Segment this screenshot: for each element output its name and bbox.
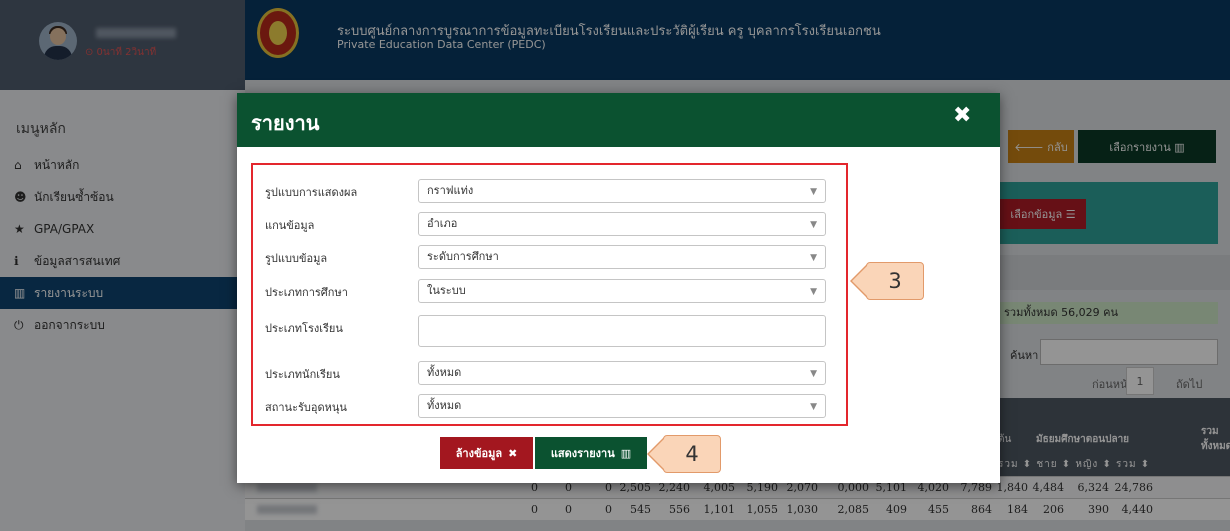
select-value: ในระบบ bbox=[427, 284, 466, 297]
close-icon: ✖ bbox=[508, 446, 518, 460]
chevron-down-icon: ▼ bbox=[810, 187, 817, 197]
chevron-down-icon: ▼ bbox=[810, 402, 817, 412]
field-subsidy-status: สถานะรับอุดหนุน ทั้งหมด ▼ bbox=[265, 394, 845, 418]
field-label: ประเภทโรงเรียน bbox=[265, 322, 343, 335]
field-student-type: ประเภทนักเรียน ทั้งหมด ▼ bbox=[265, 361, 845, 385]
callout-form: 3 bbox=[850, 262, 924, 300]
student-type-select[interactable]: ทั้งหมด ▼ bbox=[418, 361, 826, 385]
clear-button-label: ล้างข้อมูล bbox=[455, 447, 503, 460]
callout-button: 4 bbox=[647, 435, 721, 473]
chevron-down-icon: ▼ bbox=[810, 369, 817, 379]
select-value: ทั้งหมด bbox=[427, 366, 462, 379]
field-data-format: รูปแบบข้อมูล ระดับการศึกษา ▼ bbox=[265, 245, 845, 269]
show-report-button-label: แสดงรายงาน bbox=[550, 447, 615, 460]
field-label: รูปแบบข้อมูล bbox=[265, 252, 328, 265]
field-data-axis: แกนข้อมูล อำเภอ ▼ bbox=[265, 212, 845, 236]
field-label: รูปแบบการแสดงผล bbox=[265, 186, 358, 199]
field-display-format: รูปแบบการแสดงผล กราฟแท่ง ▼ bbox=[265, 179, 845, 203]
chevron-down-icon: ▼ bbox=[810, 287, 817, 297]
education-type-select[interactable]: ในระบบ ▼ bbox=[418, 279, 826, 303]
field-school-type: ประเภทโรงเรียน bbox=[265, 315, 845, 347]
field-label: แกนข้อมูล bbox=[265, 219, 315, 232]
modal-title: รายงาน bbox=[251, 111, 320, 135]
field-label: สถานะรับอุดหนุน bbox=[265, 401, 347, 414]
select-value: ทั้งหมด bbox=[427, 399, 462, 412]
bar-chart-icon: ▥ bbox=[620, 446, 632, 460]
close-icon[interactable]: ✖ bbox=[953, 103, 971, 128]
field-education-type: ประเภทการศึกษา ในระบบ ▼ bbox=[265, 279, 845, 303]
clear-button[interactable]: ล้างข้อมูล ✖ bbox=[440, 437, 533, 469]
modal-header: รายงาน ✖ bbox=[237, 93, 1000, 147]
school-type-input[interactable] bbox=[418, 315, 826, 347]
select-value: ระดับการศึกษา bbox=[427, 250, 499, 263]
subsidy-status-select[interactable]: ทั้งหมด ▼ bbox=[418, 394, 826, 418]
select-value: กราฟแท่ง bbox=[427, 184, 474, 197]
data-format-select[interactable]: ระดับการศึกษา ▼ bbox=[418, 245, 826, 269]
chevron-down-icon: ▼ bbox=[810, 253, 817, 263]
chevron-down-icon: ▼ bbox=[810, 220, 817, 230]
show-report-button[interactable]: แสดงรายงาน ▥ bbox=[535, 437, 647, 469]
select-value: อำเภอ bbox=[427, 217, 458, 230]
report-form: รูปแบบการแสดงผล กราฟแท่ง ▼ แกนข้อมูล อำเภ… bbox=[251, 163, 848, 426]
data-axis-select[interactable]: อำเภอ ▼ bbox=[418, 212, 826, 236]
display-format-select[interactable]: กราฟแท่ง ▼ bbox=[418, 179, 826, 203]
field-label: ประเภทการศึกษา bbox=[265, 286, 348, 299]
field-label: ประเภทนักเรียน bbox=[265, 368, 340, 381]
